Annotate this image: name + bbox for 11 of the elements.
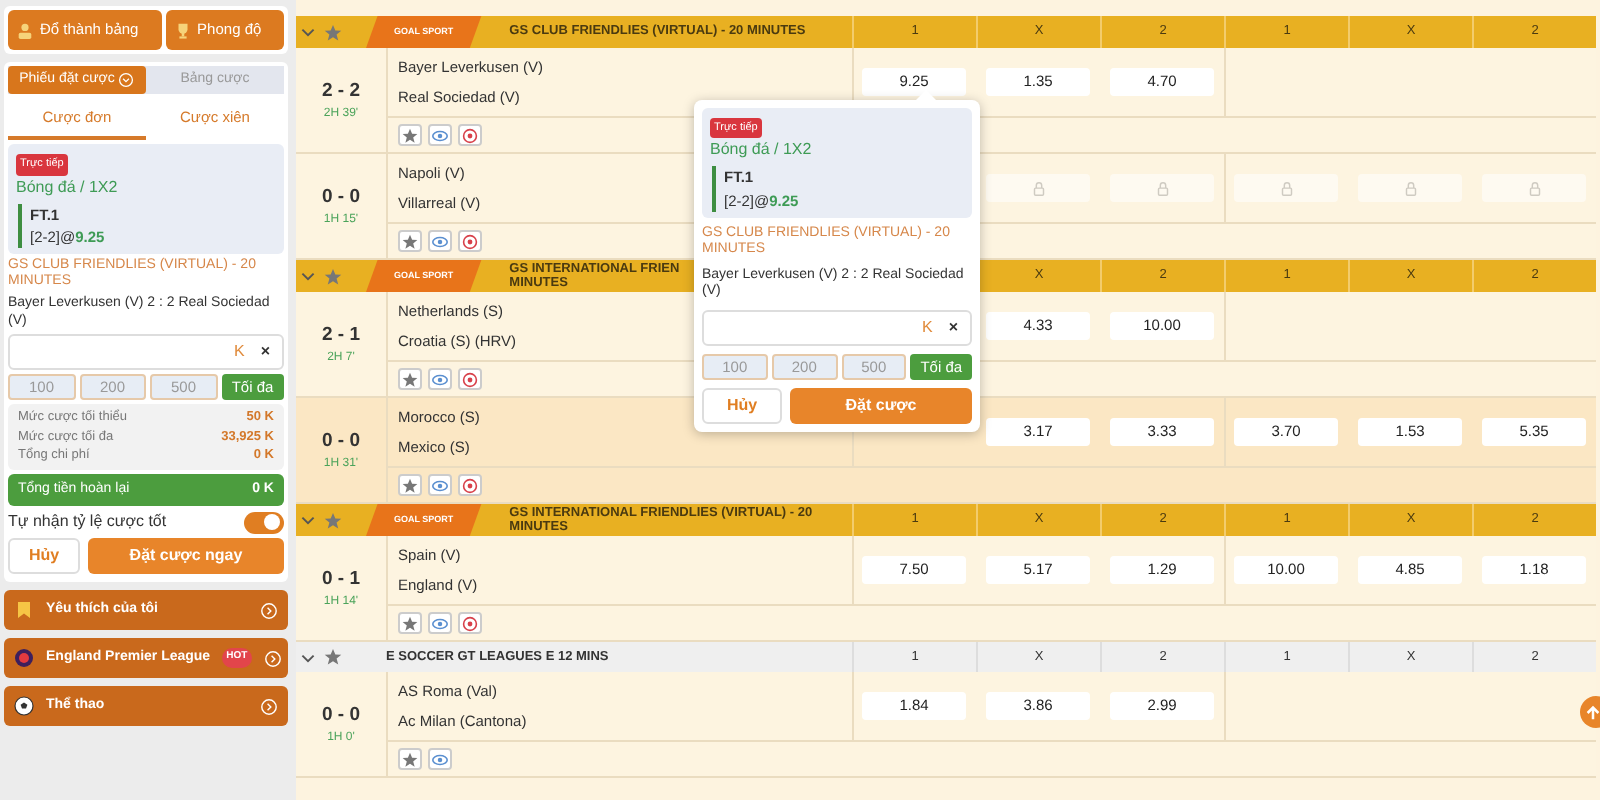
- match-score: 0 - 0: [321, 427, 360, 456]
- market-label: Bóng đá / 1X2: [710, 138, 814, 163]
- match-score: 2 - 1: [321, 321, 360, 350]
- match-score: 0 - 1: [321, 565, 360, 594]
- stake-input[interactable]: K ×: [8, 334, 284, 371]
- auto-odds-label: Tự nhận tỷ lệ cược tốt: [8, 510, 167, 535]
- match-score: 2 - 2: [321, 77, 360, 106]
- match-score: 0 - 0: [321, 183, 360, 212]
- market-label: Bóng đá / 1X2: [16, 175, 120, 199]
- match-score: 0 - 0: [321, 701, 360, 730]
- stake-input[interactable]: K ×: [702, 310, 972, 347]
